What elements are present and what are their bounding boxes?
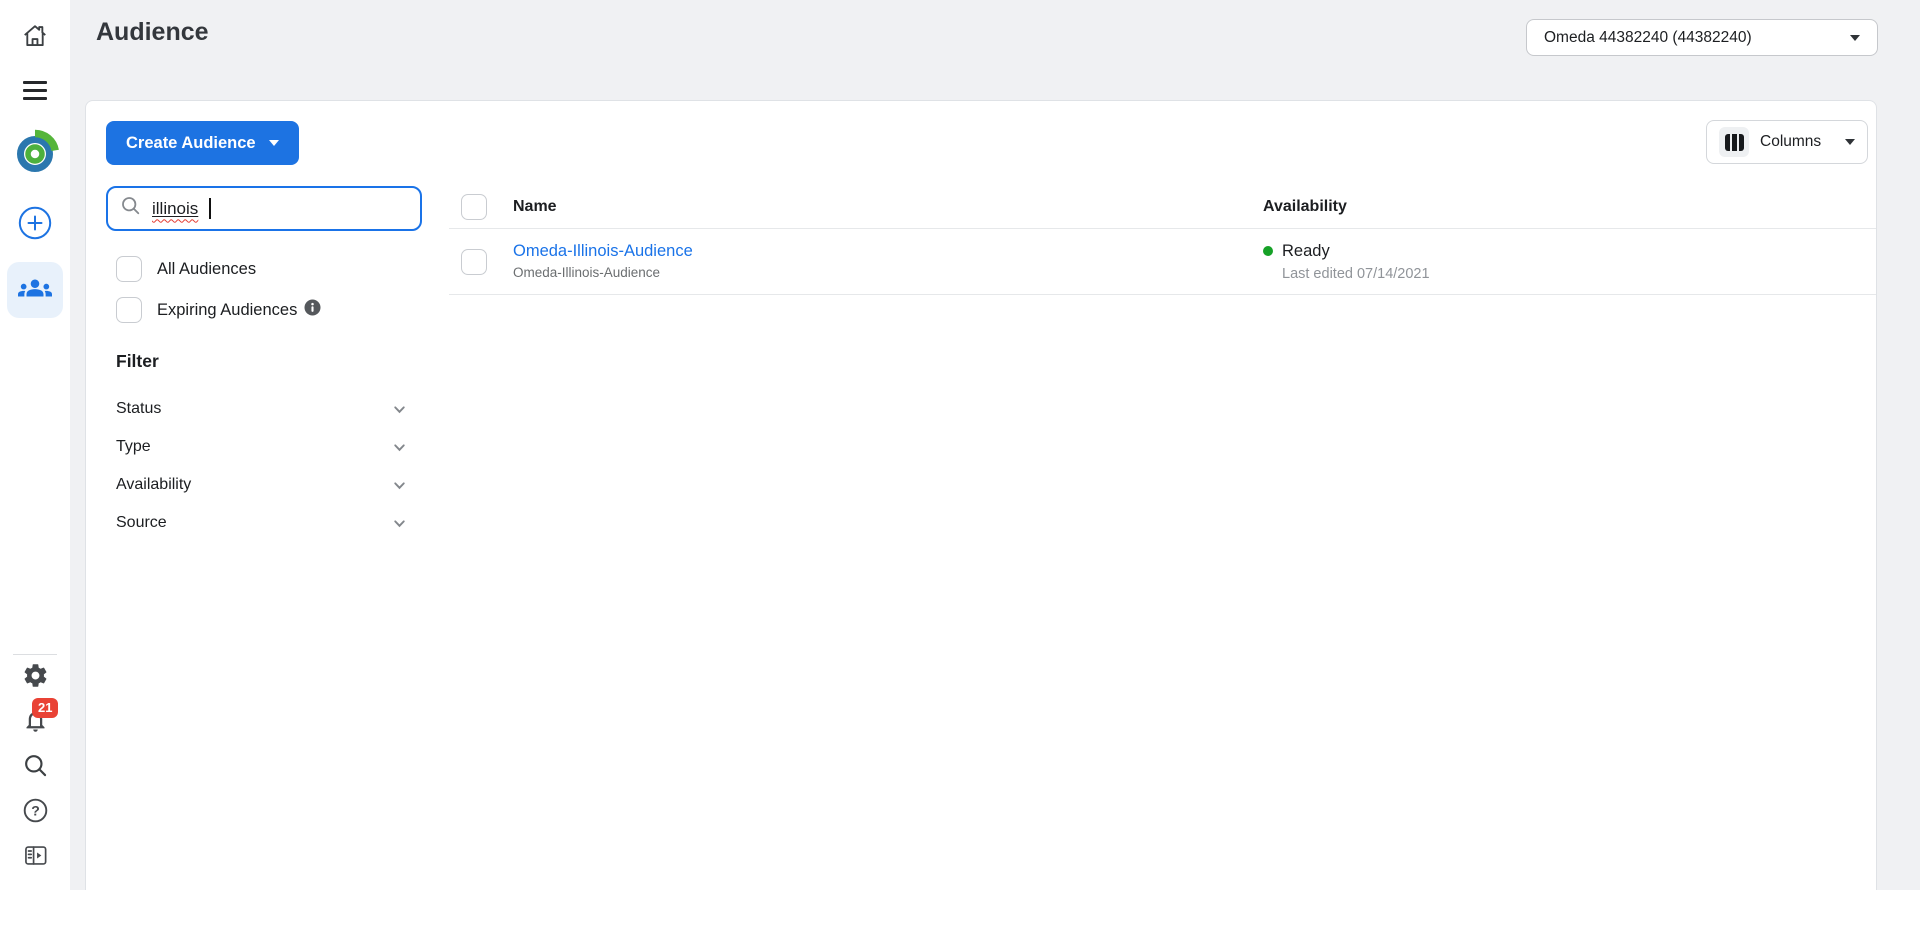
- chevron-down-icon: [391, 401, 408, 418]
- columns-label: Columns: [1760, 133, 1821, 151]
- settings-gear-icon[interactable]: [21, 661, 49, 689]
- table-row: Omeda-Illinois-Audience Omeda-Illinois-A…: [449, 229, 1876, 295]
- chevron-down-icon: [1845, 139, 1855, 145]
- expiring-audiences-label: Expiring Audiences: [157, 301, 297, 320]
- filter-group-label: Type: [116, 438, 151, 456]
- column-header-availability: Availability: [1263, 198, 1876, 216]
- chevron-down-icon: [1850, 35, 1860, 41]
- expiring-audiences-checkbox[interactable]: [116, 297, 142, 323]
- search-magnifier-icon: [120, 195, 142, 222]
- audience-subtitle: Omeda-Illinois-Audience: [513, 264, 1263, 281]
- audience-table: Name Availability Omeda-Illinois-Audienc…: [449, 186, 1876, 295]
- account-selector-value: Omeda 44382240 (44382240): [1544, 29, 1752, 47]
- status-dot: [1263, 246, 1273, 256]
- columns-button[interactable]: Columns: [1706, 120, 1868, 164]
- help-icon[interactable]: ?: [21, 796, 49, 824]
- filter-group-label: Source: [116, 514, 167, 532]
- search-input-value: illinois: [152, 199, 198, 219]
- all-audiences-label: All Audiences: [157, 260, 256, 279]
- sidebar-divider: [13, 654, 57, 655]
- status-label: Ready: [1282, 241, 1330, 261]
- row-checkbox[interactable]: [461, 249, 487, 275]
- menu-icon[interactable]: [21, 76, 49, 104]
- audience-page: 21 ? Audience Omeda 44382240 (44: [0, 0, 1920, 942]
- audiences-icon: [18, 271, 52, 310]
- table-header: Name Availability: [449, 186, 1876, 229]
- expand-panel-icon[interactable]: [21, 841, 49, 869]
- last-edited-label: Last edited 07/14/2021: [1263, 265, 1876, 283]
- filter-group-availability[interactable]: Availability: [116, 473, 408, 497]
- chevron-down-icon: [269, 140, 279, 146]
- chevron-down-icon: [391, 439, 408, 456]
- filter-group-status[interactable]: Status: [116, 397, 408, 421]
- chevron-down-icon: [391, 515, 408, 532]
- select-all-checkbox[interactable]: [461, 194, 487, 220]
- sidebar-item-audiences[interactable]: [7, 262, 63, 318]
- notification-badge: 21: [32, 698, 58, 718]
- filter-group-label: Status: [116, 400, 161, 418]
- audience-card: Create Audience Columns illinois All Aud…: [85, 100, 1877, 890]
- search-input[interactable]: illinois: [106, 186, 422, 231]
- filter-group-source[interactable]: Source: [116, 511, 408, 535]
- create-audience-button[interactable]: Create Audience: [106, 121, 299, 165]
- page-title: Audience: [96, 18, 209, 47]
- filter-group-type[interactable]: Type: [116, 435, 408, 459]
- account-selector-dropdown[interactable]: Omeda 44382240 (44382240): [1526, 19, 1878, 56]
- text-cursor: [209, 198, 211, 219]
- all-audiences-checkbox[interactable]: [116, 256, 142, 282]
- search-icon[interactable]: [21, 751, 49, 779]
- chevron-down-icon: [391, 477, 408, 494]
- column-header-name: Name: [513, 198, 1263, 216]
- filter-heading: Filter: [116, 351, 159, 372]
- create-audience-label: Create Audience: [126, 134, 256, 153]
- home-icon[interactable]: [21, 22, 49, 50]
- notifications-bell-icon[interactable]: 21: [21, 706, 49, 734]
- all-audiences-row: All Audiences: [116, 256, 256, 282]
- expiring-audiences-row: Expiring Audiences: [116, 297, 321, 323]
- audience-name-link[interactable]: Omeda-Illinois-Audience: [513, 242, 693, 260]
- sidebar: 21 ?: [0, 0, 70, 890]
- columns-icon: [1719, 127, 1749, 157]
- add-icon[interactable]: [18, 206, 52, 240]
- omeda-logo[interactable]: [10, 126, 60, 178]
- filter-group-label: Availability: [116, 476, 191, 494]
- svg-text:?: ?: [31, 802, 40, 818]
- info-icon[interactable]: [304, 299, 321, 321]
